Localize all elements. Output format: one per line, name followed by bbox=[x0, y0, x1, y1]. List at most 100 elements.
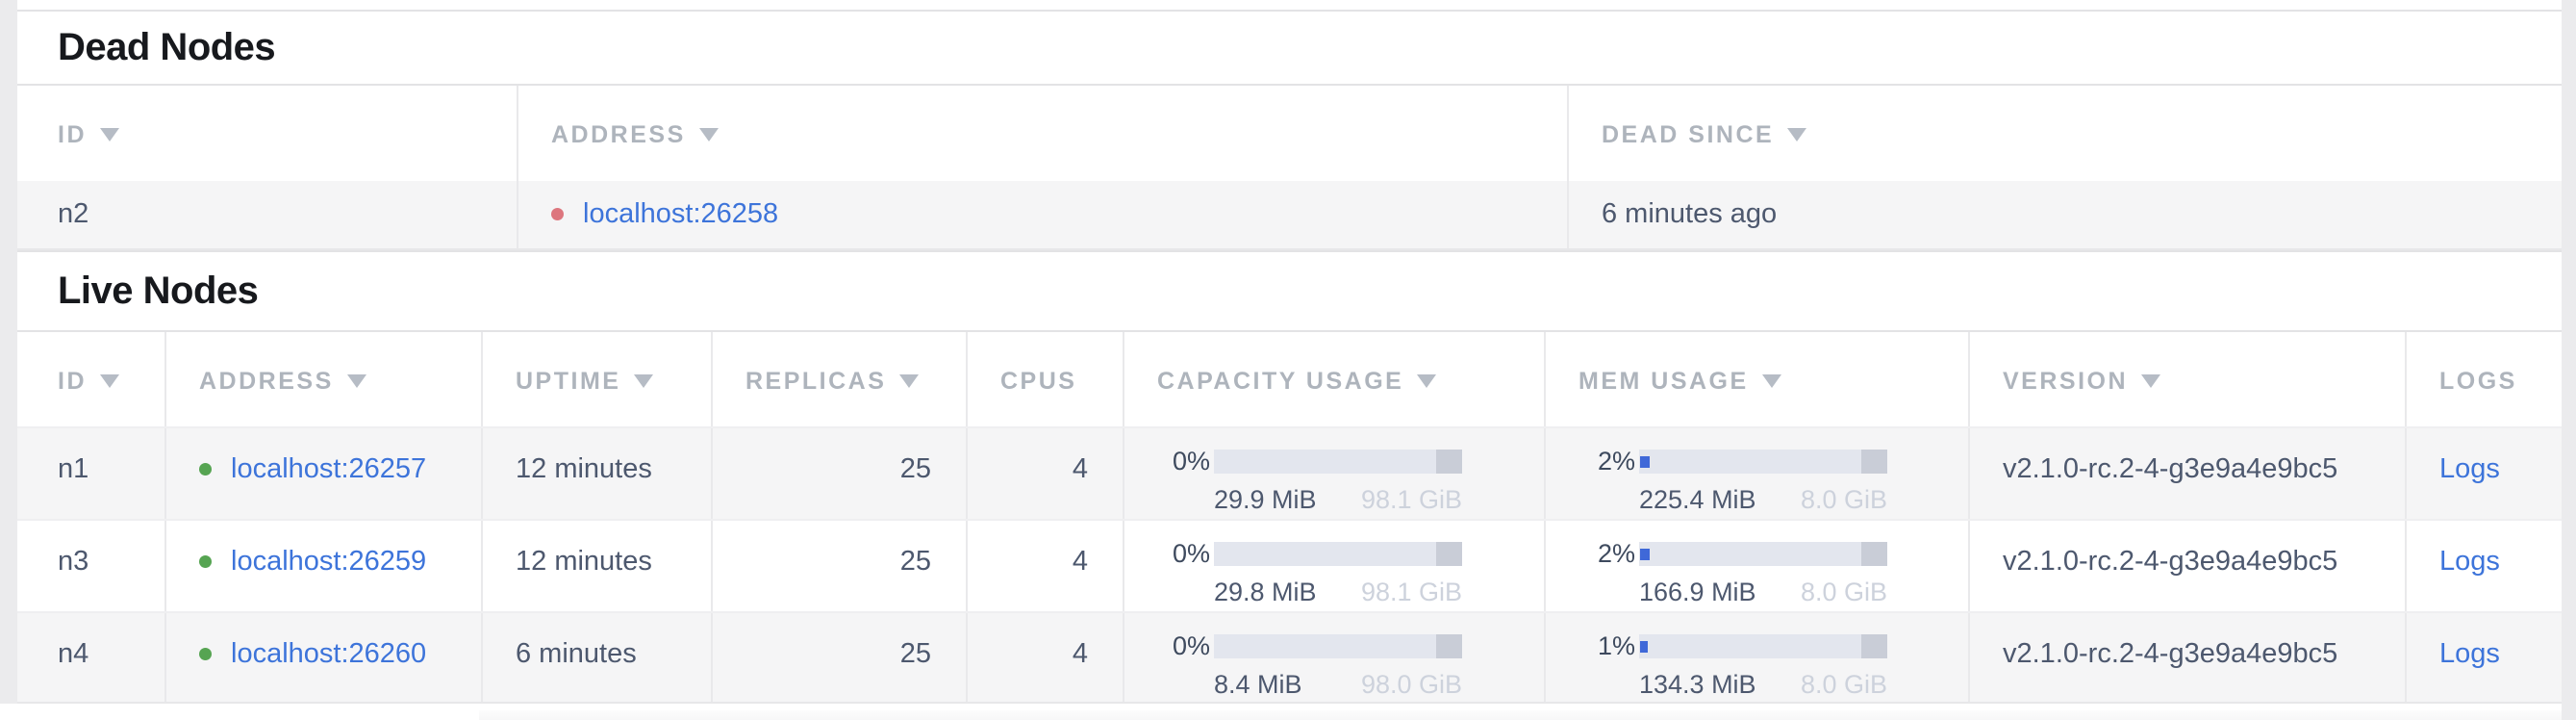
node-address-link[interactable]: localhost:26259 bbox=[231, 546, 426, 578]
version-cell: v2.1.0-rc.2-4-g3e9a4e9bc5 bbox=[1968, 428, 2405, 519]
column-header-cpus-label: CPUS bbox=[1000, 368, 1076, 395]
sort-desc-icon bbox=[100, 128, 119, 141]
node-id-cell: n4 bbox=[17, 613, 164, 702]
node-id-cell: n2 bbox=[17, 181, 517, 248]
node-address-cell: localhost:26260 bbox=[164, 613, 481, 702]
column-header-version-label: VERSION bbox=[2003, 368, 2128, 395]
column-header-id[interactable]: ID bbox=[17, 86, 517, 181]
capacity-bar-end-block bbox=[1436, 450, 1462, 474]
mem-usage-cell: 1% 134.3 MiB 8.0 GiB bbox=[1544, 613, 1968, 702]
sort-desc-icon bbox=[699, 128, 719, 141]
column-header-dead-since[interactable]: DEAD SINCE bbox=[1567, 86, 2562, 181]
sort-desc-icon bbox=[1787, 128, 1806, 141]
mem-bar-end-block bbox=[1861, 634, 1887, 658]
sort-desc-icon bbox=[100, 374, 119, 388]
mem-used-bar-segment bbox=[1640, 456, 1650, 468]
capacity-total-label: 98.1 GiB bbox=[1361, 578, 1462, 607]
column-header-address-label: ADDRESS bbox=[551, 121, 686, 148]
node-address-cell: localhost:26258 bbox=[517, 181, 1567, 248]
top-spacer bbox=[17, 0, 2562, 10]
mem-total-label: 8.0 GiB bbox=[1801, 578, 1887, 607]
replicas-cell: 25 bbox=[711, 613, 966, 702]
column-header-capacity-usage[interactable]: CAPACITY USAGE bbox=[1123, 332, 1544, 426]
capacity-usage-bar bbox=[1214, 450, 1462, 474]
capacity-usage-cell: 0% 29.8 MiB 98.1 GiB bbox=[1123, 521, 1544, 611]
uptime-cell: 12 minutes bbox=[481, 428, 711, 519]
column-header-id-label: ID bbox=[58, 368, 87, 395]
sort-desc-icon bbox=[2141, 374, 2160, 388]
sort-desc-icon bbox=[634, 374, 653, 388]
node-address-link[interactable]: localhost:26260 bbox=[231, 638, 426, 670]
capacity-usage-bar bbox=[1214, 634, 1462, 658]
mem-bar-end-block bbox=[1861, 450, 1887, 474]
mem-percent-label: 1% bbox=[1598, 631, 1635, 661]
column-header-address[interactable]: ADDRESS bbox=[164, 332, 481, 426]
logs-link[interactable]: Logs bbox=[2439, 638, 2500, 669]
live-node-status-icon bbox=[199, 463, 212, 476]
column-header-replicas-label: REPLICAS bbox=[745, 368, 886, 395]
table-row: n1 localhost:26257 12 minutes 25 4 0% bbox=[17, 426, 2562, 519]
version-cell: v2.1.0-rc.2-4-g3e9a4e9bc5 bbox=[1968, 613, 2405, 702]
mem-usage-bar bbox=[1639, 634, 1887, 658]
column-header-replicas[interactable]: REPLICAS bbox=[711, 332, 966, 426]
mem-usage-cell: 2% 166.9 MiB 8.0 GiB bbox=[1544, 521, 1968, 611]
capacity-percent-label: 0% bbox=[1173, 447, 1210, 476]
column-header-version[interactable]: VERSION bbox=[1968, 332, 2405, 426]
sort-desc-icon bbox=[899, 374, 919, 388]
replicas-cell: 25 bbox=[711, 521, 966, 611]
replicas-cell: 25 bbox=[711, 428, 966, 519]
logs-cell: Logs bbox=[2405, 613, 2562, 702]
mem-percent-label: 2% bbox=[1598, 539, 1635, 569]
column-header-cpus: CPUS bbox=[966, 332, 1123, 426]
dead-nodes-table: ID ADDRESS DEAD SINCE n2 localhost:26258… bbox=[17, 84, 2562, 250]
capacity-total-label: 98.0 GiB bbox=[1361, 670, 1462, 700]
column-header-mem-usage-label: MEM USAGE bbox=[1578, 368, 1749, 395]
table-row: n2 localhost:26258 6 minutes ago bbox=[17, 181, 2562, 250]
live-node-status-icon bbox=[199, 555, 212, 568]
mem-usage-bar bbox=[1639, 542, 1887, 566]
uptime-cell: 12 minutes bbox=[481, 521, 711, 611]
version-cell: v2.1.0-rc.2-4-g3e9a4e9bc5 bbox=[1968, 521, 2405, 611]
capacity-usage-cell: 0% 29.9 MiB 98.1 GiB bbox=[1123, 428, 1544, 519]
live-node-status-icon bbox=[199, 648, 212, 660]
cpus-cell: 4 bbox=[966, 613, 1123, 702]
capacity-usage-cell: 0% 8.4 MiB 98.0 GiB bbox=[1123, 613, 1544, 702]
node-address-cell: localhost:26259 bbox=[164, 521, 481, 611]
node-address-link[interactable]: localhost:26258 bbox=[583, 198, 778, 230]
cpus-cell: 4 bbox=[966, 428, 1123, 519]
column-header-id[interactable]: ID bbox=[17, 332, 164, 426]
mem-total-label: 8.0 GiB bbox=[1801, 670, 1887, 700]
column-header-capacity-usage-label: CAPACITY USAGE bbox=[1157, 368, 1403, 395]
sort-desc-icon bbox=[1762, 374, 1781, 388]
capacity-total-label: 98.1 GiB bbox=[1361, 485, 1462, 515]
mem-used-label: 166.9 MiB bbox=[1639, 578, 1756, 607]
live-nodes-header-row: ID ADDRESS UPTIME REPLICAS CPUS CAPACITY… bbox=[17, 330, 2562, 426]
dead-since-cell: 6 minutes ago bbox=[1567, 181, 2562, 248]
mem-used-label: 225.4 MiB bbox=[1639, 485, 1756, 515]
cpus-cell: 4 bbox=[966, 521, 1123, 611]
logs-link[interactable]: Logs bbox=[2439, 453, 2500, 484]
live-nodes-title: Live Nodes bbox=[17, 250, 2562, 330]
node-address-link[interactable]: localhost:26257 bbox=[231, 453, 426, 485]
column-header-uptime[interactable]: UPTIME bbox=[481, 332, 711, 426]
node-id-cell: n3 bbox=[17, 521, 164, 611]
table-row: n3 localhost:26259 12 minutes 25 4 0% bbox=[17, 519, 2562, 611]
page-background-left bbox=[0, 0, 17, 704]
logs-cell: Logs bbox=[2405, 521, 2562, 611]
nodes-overview-panel: Dead Nodes ID ADDRESS DEAD SINCE n2 loca… bbox=[17, 0, 2562, 704]
sort-desc-icon bbox=[347, 374, 366, 388]
capacity-bar-end-block bbox=[1436, 634, 1462, 658]
mem-usage-bar bbox=[1639, 450, 1887, 474]
dead-nodes-title: Dead Nodes bbox=[17, 10, 2562, 84]
column-header-logs-label: LOGS bbox=[2439, 368, 2517, 395]
dead-node-status-icon bbox=[551, 208, 564, 220]
table-row: n4 localhost:26260 6 minutes 25 4 0% bbox=[17, 611, 2562, 704]
column-header-mem-usage[interactable]: MEM USAGE bbox=[1544, 332, 1968, 426]
mem-usage-cell: 2% 225.4 MiB 8.0 GiB bbox=[1544, 428, 1968, 519]
column-header-address[interactable]: ADDRESS bbox=[517, 86, 1567, 181]
mem-total-label: 8.0 GiB bbox=[1801, 485, 1887, 515]
node-id-cell: n1 bbox=[17, 428, 164, 519]
logs-link[interactable]: Logs bbox=[2439, 546, 2500, 577]
dead-nodes-header-row: ID ADDRESS DEAD SINCE bbox=[17, 84, 2562, 181]
capacity-percent-label: 0% bbox=[1173, 539, 1210, 569]
